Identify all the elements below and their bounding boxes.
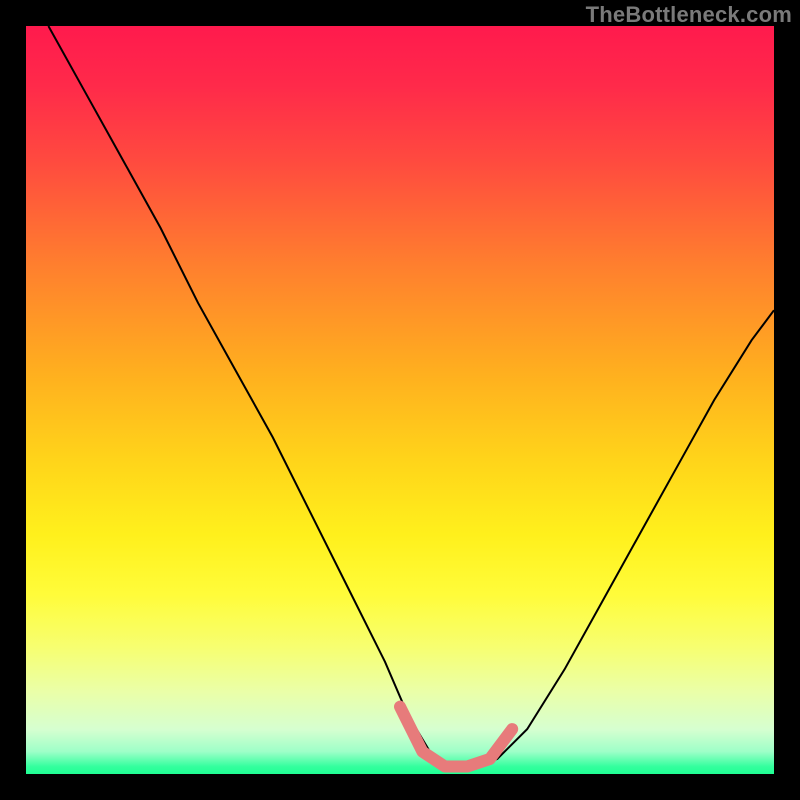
chart-frame: TheBottleneck.com — [0, 0, 800, 800]
chart-line-highlight — [400, 707, 512, 767]
chart-line-curve — [48, 26, 774, 767]
chart-svg-layer — [26, 26, 774, 774]
watermark-text: TheBottleneck.com — [586, 2, 792, 28]
chart-plot-area — [26, 26, 774, 774]
